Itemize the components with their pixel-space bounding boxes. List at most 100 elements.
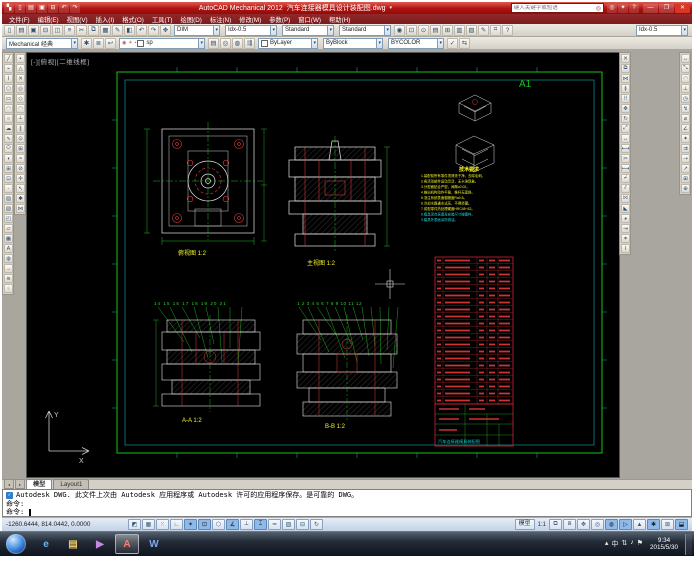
revision-cloud-icon[interactable]: ☁ bbox=[4, 124, 13, 133]
point-icon[interactable]: · bbox=[4, 184, 13, 193]
command-line-panel[interactable]: ✓ Autodesk DWG. 此文件上次由 Autodesk 应用程序或 Au… bbox=[2, 489, 692, 517]
search-binoculars-icon[interactable]: ◎ bbox=[594, 5, 603, 12]
menu-item[interactable]: 视图(V) bbox=[63, 15, 92, 24]
snap-midpoint-icon[interactable]: △ bbox=[16, 64, 25, 73]
donut-icon[interactable]: ◍ bbox=[4, 254, 13, 263]
tool-palettes-icon[interactable]: ▥ bbox=[454, 24, 465, 36]
zoom-previous-icon[interactable]: ⊙ bbox=[418, 24, 429, 36]
taskbar-clock[interactable]: 9:34 2015/5/30 bbox=[650, 537, 678, 552]
zoom-realtime-icon[interactable]: ◉ bbox=[394, 24, 405, 36]
tolerance-icon[interactable]: ⊞ bbox=[681, 174, 690, 183]
model-tab[interactable]: 模型 bbox=[26, 479, 53, 489]
dim-quick-icon[interactable]: ✦ bbox=[681, 134, 690, 143]
dim-jogged-icon[interactable]: ↯ bbox=[681, 104, 690, 113]
color-combo[interactable]: ByLayer bbox=[258, 37, 318, 49]
dim-style-combo[interactable]: DIM bbox=[174, 24, 220, 36]
rotate-icon[interactable]: ↻ bbox=[621, 114, 630, 123]
layer-previous-icon[interactable]: ↩ bbox=[105, 37, 116, 49]
open-icon[interactable]: ▤ bbox=[16, 24, 27, 36]
mirror-icon[interactable]: ⋈ bbox=[621, 74, 630, 83]
sheet-set-icon[interactable]: ▧ bbox=[466, 24, 477, 36]
title-search-arrow-icon[interactable]: ▾ bbox=[390, 5, 393, 11]
dim-aligned-icon[interactable]: ⤡ bbox=[681, 64, 690, 73]
infer-constraints-toggle[interactable]: ◩ bbox=[128, 519, 141, 530]
layer-states-icon[interactable]: ▤ bbox=[208, 37, 219, 49]
match-layer-icon[interactable]: ⇆ bbox=[459, 37, 470, 49]
menu-item[interactable]: 修改(M) bbox=[235, 15, 265, 24]
transparency-toggle[interactable]: ▨ bbox=[282, 519, 295, 530]
model-space-button[interactable]: 模型 bbox=[514, 519, 535, 530]
dim-angular-icon[interactable]: ∠ bbox=[681, 124, 690, 133]
layer-on-icon[interactable]: ◉ bbox=[122, 40, 126, 46]
copy-clip-icon[interactable]: ⧉ bbox=[88, 24, 99, 36]
toolbar-lock-icon[interactable]: ⊠ bbox=[661, 519, 674, 530]
menu-item[interactable]: 插入(I) bbox=[92, 15, 119, 24]
line-icon[interactable]: ╱ bbox=[4, 54, 13, 63]
snap-perpendicular-icon[interactable]: ⟂ bbox=[16, 114, 25, 123]
taskbar-word[interactable]: W bbox=[142, 534, 166, 554]
design-center-icon[interactable]: ⊞ bbox=[442, 24, 453, 36]
menu-item[interactable]: 参数(P) bbox=[265, 15, 294, 24]
break-icon[interactable]: ⫽ bbox=[621, 184, 630, 193]
layer-lock-icon[interactable]: ▪ bbox=[135, 40, 137, 46]
tab-scroll-left-button[interactable] bbox=[4, 479, 14, 489]
layout1-tab[interactable]: Layout1 bbox=[53, 479, 90, 489]
grid-toggle[interactable]: ⁙ bbox=[156, 519, 169, 530]
save-icon[interactable]: ▣ bbox=[37, 3, 47, 13]
layer-freeze-icon[interactable]: ✳ bbox=[128, 40, 132, 46]
snap-node-icon[interactable]: ⊙ bbox=[16, 134, 25, 143]
polygon-icon[interactable]: ⬠ bbox=[4, 84, 13, 93]
edit-polyline-icon[interactable]: ⌇ bbox=[621, 244, 630, 253]
ray-icon[interactable]: → bbox=[4, 264, 13, 273]
show-desktop-button[interactable] bbox=[685, 533, 692, 555]
network-icon[interactable]: ⇅ bbox=[621, 539, 627, 549]
layer-unisolate-icon[interactable]: ◍ bbox=[232, 37, 243, 49]
osnap-settings-icon[interactable]: ✱ bbox=[16, 194, 25, 203]
array-icon[interactable]: ⠿ bbox=[621, 94, 630, 103]
ortho-toggle[interactable]: ∟ bbox=[170, 519, 183, 530]
snap-tangent-icon[interactable]: ◠ bbox=[16, 104, 25, 113]
selection-cycling-toggle[interactable]: ↻ bbox=[310, 519, 323, 530]
quick-view-drawings-icon[interactable]: ⧈ bbox=[563, 519, 576, 530]
pan-icon[interactable]: ✥ bbox=[160, 24, 171, 36]
help-icon[interactable]: ? bbox=[502, 24, 513, 36]
plot-icon[interactable]: ⊟ bbox=[40, 24, 51, 36]
search-input[interactable] bbox=[511, 4, 594, 12]
publish-icon[interactable]: ≡ bbox=[64, 24, 75, 36]
construction-line-icon[interactable]: ⌁ bbox=[4, 64, 13, 73]
menu-item[interactable]: 帮助(H) bbox=[325, 15, 354, 24]
action-center-icon[interactable]: ⚑ bbox=[637, 539, 643, 549]
snap-intersection-icon[interactable]: ✕ bbox=[16, 74, 25, 83]
tab-scroll-right-button[interactable] bbox=[15, 479, 25, 489]
dim-arc-length-icon[interactable]: ◠ bbox=[681, 74, 690, 83]
minimize-button[interactable]: — bbox=[643, 3, 658, 13]
block-editor-icon[interactable]: ◧ bbox=[124, 24, 135, 36]
snap-parallel-icon[interactable]: ∥ bbox=[16, 124, 25, 133]
blend-curves-icon[interactable]: ↝ bbox=[621, 224, 630, 233]
extend-icon[interactable]: ⟼ bbox=[621, 164, 630, 173]
menu-item[interactable]: 格式(O) bbox=[118, 15, 148, 24]
menu-item[interactable]: 标注(N) bbox=[206, 15, 235, 24]
quickcalc-icon[interactable]: ⌗ bbox=[490, 24, 501, 36]
menu-item[interactable]: 窗口(W) bbox=[294, 15, 325, 24]
explode-icon[interactable]: ✶ bbox=[621, 234, 630, 243]
layer-isolate-icon[interactable]: ◎ bbox=[220, 37, 231, 49]
fillet-icon[interactable]: ◕ bbox=[621, 214, 630, 223]
infocenter-search[interactable]: ◎ bbox=[510, 3, 604, 13]
polyline-icon[interactable]: ⌇ bbox=[4, 74, 13, 83]
snap-insert-icon[interactable]: ⊞ bbox=[16, 144, 25, 153]
command-input-line[interactable]: 命令: bbox=[6, 508, 688, 517]
taskbar-autocad[interactable]: A bbox=[115, 534, 139, 554]
snap-apparent-icon[interactable]: ⋈ bbox=[16, 204, 25, 213]
erase-icon[interactable]: ✕ bbox=[621, 54, 630, 63]
make-current-icon[interactable]: ✓ bbox=[447, 37, 458, 49]
arc-icon[interactable]: ◠ bbox=[4, 104, 13, 113]
make-block-icon[interactable]: ⊡ bbox=[4, 174, 13, 183]
menu-item[interactable]: 文件(F) bbox=[5, 15, 34, 24]
layer-walk-icon[interactable]: ⇶ bbox=[244, 37, 255, 49]
cleanscreen-icon[interactable]: ⬓ bbox=[675, 519, 688, 530]
table-style-combo[interactable]: Standard bbox=[339, 24, 391, 36]
circle-icon[interactable]: ○ bbox=[4, 114, 13, 123]
input-method-icon[interactable]: 中 bbox=[611, 539, 618, 549]
workspace-switching-icon[interactable]: ✱ bbox=[647, 519, 660, 530]
